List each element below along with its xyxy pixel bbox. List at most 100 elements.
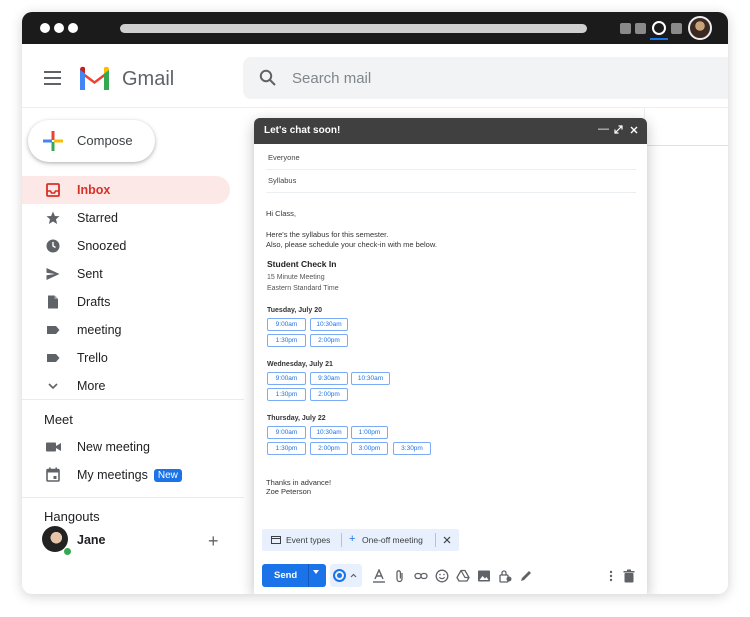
- attach-icon[interactable]: [393, 569, 407, 583]
- star-icon: [46, 211, 60, 225]
- contact-name[interactable]: Jane: [77, 533, 106, 547]
- time-slot-button[interactable]: 1:30pm: [267, 442, 306, 455]
- sidebar-item-starred[interactable]: Starred: [22, 204, 230, 232]
- search-icon[interactable]: [259, 69, 277, 87]
- file-icon: [46, 295, 60, 309]
- time-slot-button[interactable]: 1:00pm: [351, 426, 388, 439]
- sidebar-item-sent[interactable]: Sent: [22, 260, 230, 288]
- close-icon[interactable]: [443, 536, 451, 544]
- browser-chrome: [22, 12, 728, 44]
- confidential-mode-icon[interactable]: [498, 569, 512, 583]
- extension-icon[interactable]: [635, 23, 646, 34]
- extension-active-indicator: [650, 38, 668, 40]
- sidebar-item-drafts[interactable]: Drafts: [22, 288, 230, 316]
- label-icon: [46, 351, 60, 365]
- profile-avatar[interactable]: [688, 16, 712, 40]
- window-dot[interactable]: [54, 23, 64, 33]
- day-label: Tuesday, July 20: [267, 307, 322, 314]
- sidebar-item-trello[interactable]: Trello: [22, 344, 230, 372]
- event-types-button[interactable]: Event types: [286, 535, 330, 545]
- time-slot-button[interactable]: 3:30pm: [393, 442, 431, 455]
- gmail-logo-icon[interactable]: [78, 66, 111, 90]
- close-icon[interactable]: [630, 126, 638, 134]
- send-button[interactable]: Send: [262, 564, 326, 587]
- time-slot-button[interactable]: 9:00am: [267, 426, 306, 439]
- search-bar[interactable]: Search mail: [243, 57, 728, 99]
- trash-icon[interactable]: [622, 569, 636, 583]
- plus-icon: [42, 130, 64, 152]
- sidebar-divider: [22, 497, 244, 498]
- subject-field[interactable]: Syllabus: [266, 170, 636, 193]
- window-dot[interactable]: [40, 23, 50, 33]
- video-camera-icon: [46, 441, 61, 453]
- time-slot-button[interactable]: 1:30pm: [267, 334, 306, 347]
- event-types-icon: [271, 536, 281, 544]
- chevron-down-icon[interactable]: [313, 570, 319, 574]
- time-slot-button[interactable]: 2:00pm: [310, 334, 348, 347]
- time-slot-button[interactable]: 9:30am: [310, 372, 348, 385]
- chevron-up-icon: [350, 573, 357, 578]
- time-slot-button[interactable]: 2:00pm: [310, 388, 348, 401]
- my-meetings-item[interactable]: My meetingsNew: [22, 463, 244, 487]
- subject-value: Syllabus: [268, 176, 296, 185]
- sidebar-item-meeting[interactable]: meeting: [22, 316, 230, 344]
- compose-button[interactable]: Compose: [28, 120, 155, 162]
- gmail-header: Gmail Search mail: [22, 44, 728, 108]
- time-slot-button[interactable]: 10:30am: [310, 426, 348, 439]
- sidebar-item-label: More: [77, 379, 105, 393]
- new-meeting-label: New meeting: [77, 440, 150, 454]
- time-slot-button[interactable]: 3:00pm: [351, 442, 388, 455]
- chevron-down-icon: [46, 379, 60, 393]
- meet-section-title: Meet: [44, 412, 73, 427]
- greeting-text: Hi Class,: [266, 209, 296, 218]
- label-icon: [46, 323, 60, 337]
- sidebar-item-snoozed[interactable]: Snoozed: [22, 232, 230, 260]
- compose-window-header[interactable]: Let's chat soon! —: [254, 118, 647, 144]
- time-slot-button[interactable]: 2:00pm: [310, 442, 348, 455]
- sidebar-item-inbox[interactable]: Inbox: [22, 176, 230, 204]
- compose-label: Compose: [77, 133, 133, 148]
- minimize-icon[interactable]: —: [598, 123, 609, 135]
- event-title: Student Check In: [267, 259, 336, 269]
- recipients-value: Everyone: [268, 153, 300, 162]
- signature-pen-icon[interactable]: [519, 569, 533, 583]
- new-meeting-item[interactable]: New meeting: [22, 435, 244, 459]
- time-slot-button[interactable]: 10:30am: [351, 372, 390, 385]
- hamburger-menu-icon[interactable]: [44, 71, 61, 85]
- recipients-field[interactable]: Everyone: [266, 147, 636, 170]
- hangouts-section-title: Hangouts: [44, 509, 100, 524]
- emoji-icon[interactable]: [435, 569, 449, 583]
- time-slot-button[interactable]: 9:00am: [267, 318, 306, 331]
- background-divider: [644, 145, 728, 146]
- extension-icon[interactable]: [671, 23, 682, 34]
- send-separator: [308, 564, 309, 587]
- search-input[interactable]: Search mail: [292, 70, 371, 87]
- scheduling-button[interactable]: [330, 564, 362, 587]
- image-icon[interactable]: [477, 569, 491, 583]
- clock-icon: [46, 239, 60, 253]
- my-meetings-label: My meetingsNew: [77, 468, 182, 482]
- drive-icon[interactable]: [456, 569, 470, 583]
- address-bar[interactable]: [120, 24, 587, 33]
- send-icon: [46, 267, 60, 281]
- link-icon[interactable]: [414, 569, 428, 583]
- send-label: Send: [274, 570, 297, 581]
- extension-icon[interactable]: [620, 23, 631, 34]
- time-slot-button[interactable]: 9:00am: [267, 372, 306, 385]
- text-format-icon[interactable]: [372, 569, 386, 583]
- one-off-meeting-button[interactable]: One-off meeting: [362, 535, 423, 545]
- compose-toolbar: Send: [262, 564, 642, 588]
- sidebar-item-more[interactable]: More: [22, 372, 230, 400]
- time-slot-button[interactable]: 10:30am: [310, 318, 348, 331]
- time-slot-button[interactable]: 1:30pm: [267, 388, 306, 401]
- sidebar-divider: [22, 399, 244, 400]
- day-label: Wednesday, July 21: [267, 361, 333, 368]
- window-dot[interactable]: [68, 23, 78, 33]
- calendar-extension-icon[interactable]: [652, 21, 666, 35]
- more-options-icon[interactable]: [604, 569, 618, 583]
- sidebar-item-label: Starred: [77, 211, 118, 225]
- add-contact-icon[interactable]: +: [208, 534, 219, 548]
- toolbar-separator: [341, 533, 342, 547]
- body-line: Also, please schedule your check-in with…: [266, 240, 437, 249]
- expand-icon[interactable]: [614, 125, 623, 134]
